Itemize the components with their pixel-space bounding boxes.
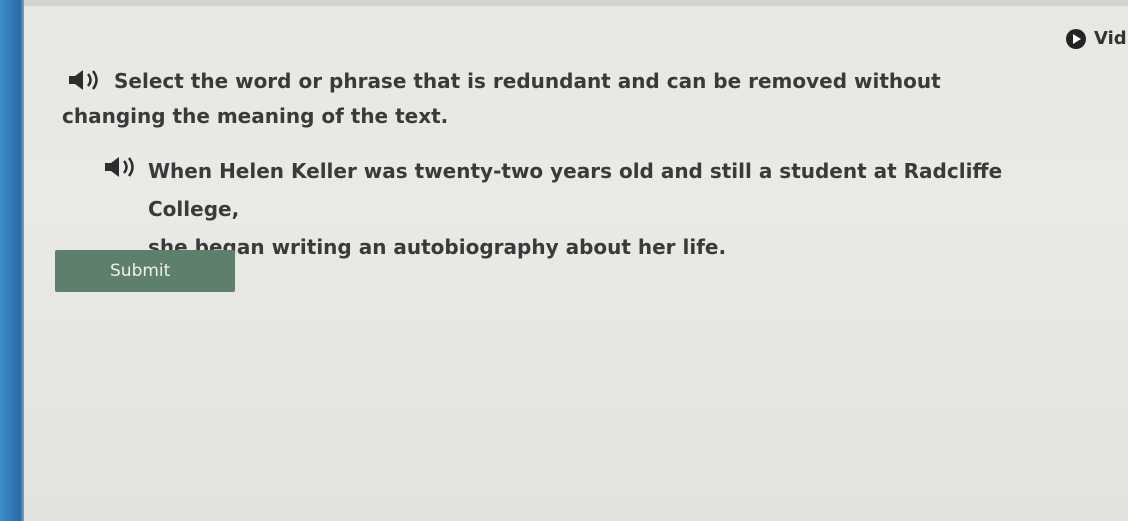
question-instruction: Select the word or phrase that is redund… [62, 64, 1042, 134]
sentence-line-1[interactable]: When Helen Keller was twenty-two years o… [148, 152, 1068, 228]
speaker-icon[interactable] [102, 155, 140, 179]
video-link[interactable]: Vid [1066, 28, 1127, 49]
top-strip [24, 0, 1128, 6]
submit-button[interactable]: Submit [55, 250, 235, 292]
video-label[interactable]: Vid [1094, 28, 1127, 49]
instruction-text: Select the word or phrase that is redund… [62, 69, 941, 128]
sentence-line-2[interactable]: she began writing an autobiography about… [148, 228, 1068, 266]
play-icon[interactable] [1066, 28, 1086, 49]
passage-sentence: When Helen Keller was twenty-two years o… [148, 152, 1068, 266]
